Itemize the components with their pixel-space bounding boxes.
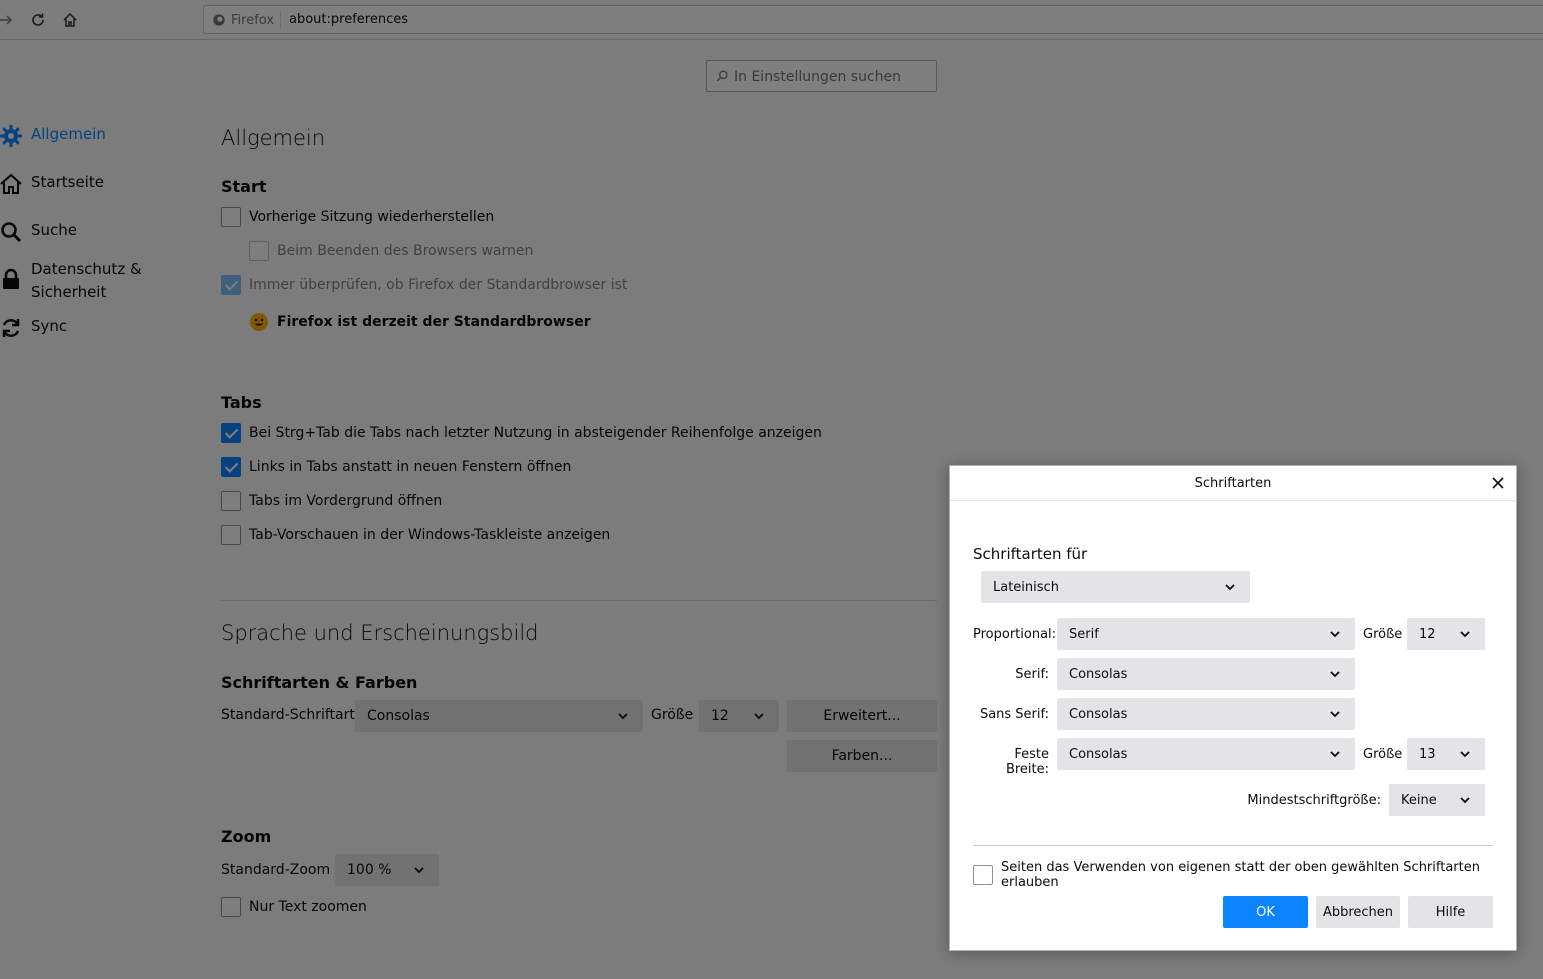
fonts-for-label: Schriftarten für (973, 545, 1088, 563)
proportional-size-value: 12 (1419, 626, 1436, 642)
min-size-select[interactable]: Keine (1389, 784, 1485, 816)
sans-serif-label: Sans Serif: (979, 707, 1049, 722)
serif-value: Consolas (1069, 666, 1128, 682)
proportional-size-label: Größe (1363, 627, 1403, 642)
allow-page-fonts-checkbox[interactable] (973, 865, 993, 885)
chevron-down-icon (1330, 631, 1340, 638)
dialog-divider (973, 845, 1493, 846)
help-button[interactable]: Hilfe (1408, 896, 1493, 928)
monospace-size-value: 13 (1419, 746, 1436, 762)
serif-select[interactable]: Consolas (1057, 658, 1355, 690)
fonts-dialog: Schriftarten Schriftarten für Lateinisch… (949, 465, 1517, 951)
chevron-down-icon (1330, 751, 1340, 758)
allow-page-fonts-label: Seiten das Verwenden von eigenen statt d… (1001, 860, 1480, 890)
monospace-size-select[interactable]: 13 (1407, 738, 1485, 770)
cancel-button[interactable]: Abbrechen (1316, 896, 1400, 928)
dialog-title: Schriftarten (1194, 476, 1272, 491)
chevron-down-icon (1460, 751, 1470, 758)
chevron-down-icon (1460, 797, 1470, 804)
sans-serif-select[interactable]: Consolas (1057, 698, 1355, 730)
close-icon (1492, 477, 1504, 489)
monospace-select[interactable]: Consolas (1057, 738, 1355, 770)
chevron-down-icon (1330, 671, 1340, 678)
min-size-value: Keine (1401, 792, 1437, 808)
dialog-header: Schriftarten (950, 466, 1516, 501)
sans-serif-value: Consolas (1069, 706, 1128, 722)
proportional-value: Serif (1069, 626, 1099, 642)
allow-page-fonts-option[interactable]: Seiten das Verwenden von eigenen statt d… (973, 860, 1516, 890)
proportional-label: Proportional: (973, 627, 1057, 642)
ok-button[interactable]: OK (1223, 896, 1308, 928)
min-size-label: Mindestschriftgröße: (1247, 793, 1381, 808)
proportional-select[interactable]: Serif (1057, 618, 1355, 650)
language-group-select[interactable]: Lateinisch (981, 571, 1250, 603)
dialog-close-button[interactable] (1490, 475, 1506, 491)
chevron-down-icon (1330, 711, 1340, 718)
language-group-value: Lateinisch (993, 579, 1059, 595)
chevron-down-icon (1225, 584, 1235, 591)
monospace-size-label: Größe (1363, 747, 1403, 762)
monospace-label: Feste Breite: (1005, 747, 1049, 777)
serif-label: Serif: (1015, 667, 1049, 682)
proportional-size-select[interactable]: 12 (1407, 618, 1485, 650)
monospace-value: Consolas (1069, 746, 1128, 762)
chevron-down-icon (1460, 631, 1470, 638)
